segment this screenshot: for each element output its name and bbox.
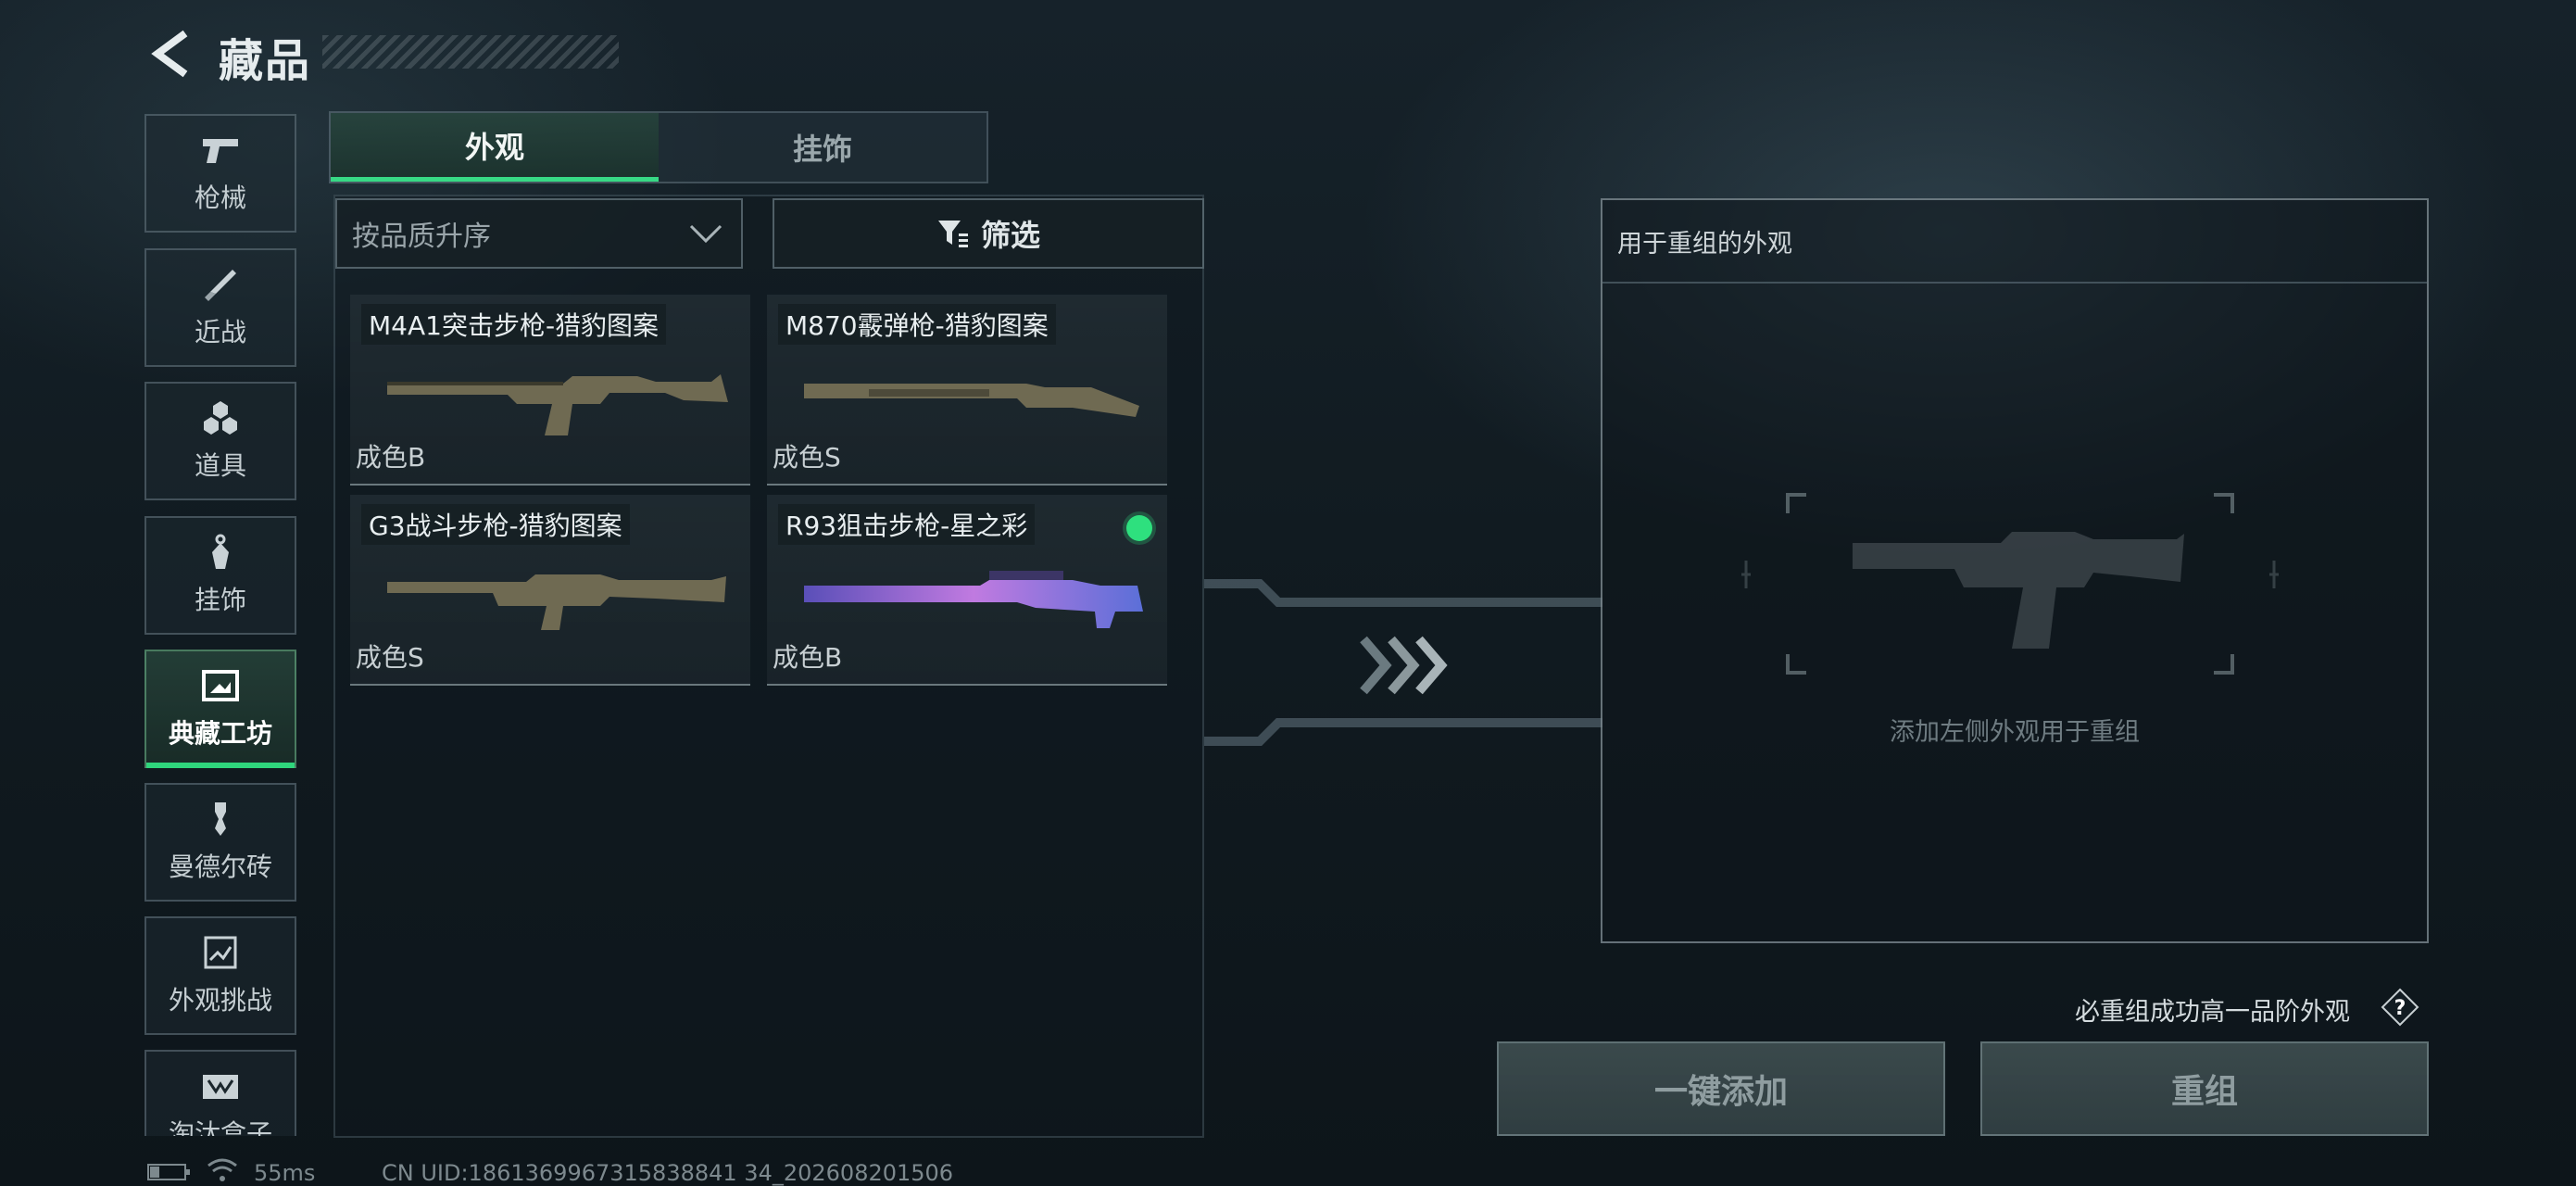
charm-tag-icon (212, 534, 229, 569)
box-icon (203, 1075, 238, 1099)
tab-charms[interactable]: 挂饰 (659, 113, 986, 182)
sidebar-item-label: 挂饰 (194, 585, 246, 615)
add-all-button[interactable]: 一键添加 (1497, 1041, 1945, 1136)
battery-icon (147, 1164, 190, 1180)
sidebar-item-label: 近战 (194, 317, 246, 347)
sidebar-item-label: 曼德尔砖 (168, 852, 272, 882)
chevron-down-icon (689, 224, 723, 244)
brick-key-icon (215, 802, 226, 836)
remix-panel-title: 用于重组的外观 (1602, 200, 2427, 284)
skin-name: R93狙击步枪-星之彩 (778, 504, 1036, 545)
sidebar-item-box[interactable]: 淘汰盒子 (145, 1050, 296, 1136)
page-title: 藏品 (219, 35, 312, 87)
grenade-cluster-icon (204, 401, 237, 435)
skin-name: G3战斗步枪-猎豹图案 (361, 504, 630, 545)
sidebar-item-guns[interactable]: 枪械 (145, 114, 296, 233)
ping-readout: 55ms (254, 1160, 316, 1186)
rifle-image (387, 574, 726, 630)
sort-label: 按品质升序 (352, 221, 491, 253)
pistol-icon (203, 139, 238, 163)
back-chevron-icon[interactable] (148, 28, 193, 80)
sidebar-item-label: 淘汰盒子 (168, 1118, 272, 1136)
filter-button[interactable]: 筛选 (773, 198, 1204, 269)
skin-grade: 成色S (356, 642, 424, 673)
selected-indicator (1126, 515, 1152, 541)
remix-hint: 添加左侧外观用于重组 (1890, 718, 2140, 747)
skin-grade: 成色B (773, 642, 843, 673)
sidebar-item-label: 典藏工坊 (168, 718, 272, 749)
skin-card[interactable]: R93狙击步枪-星之彩 成色B (767, 495, 1167, 686)
sidebar-item-items[interactable]: 道具 (145, 382, 296, 500)
category-tabs: 外观 挂饰 (329, 111, 988, 183)
triple-chevron-right-icon (1360, 636, 1448, 695)
skin-grade: 成色S (773, 442, 841, 473)
help-icon[interactable]: ? (2381, 988, 2419, 1027)
skin-card[interactable]: G3战斗步枪-猎豹图案 成色S (350, 495, 750, 686)
skin-card[interactable]: M4A1突击步枪-猎豹图案 成色B (350, 295, 750, 486)
sidebar-item-label: 外观挑战 (168, 985, 272, 1016)
sort-dropdown[interactable]: 按品质升序 (335, 198, 743, 269)
sidebar-item-label: 枪械 (194, 183, 246, 213)
skin-name: M4A1突击步枪-猎豹图案 (361, 304, 667, 345)
sidebar-item-skin-challenge[interactable]: 外观挑战 (145, 916, 296, 1035)
knife-icon (205, 270, 236, 301)
skin-grade: 成色B (356, 442, 426, 473)
remix-guarantee-note: 必重组成功高一品阶外观 (2075, 998, 2350, 1027)
workshop-frame-icon (202, 670, 239, 701)
sniper-rifle-image (804, 571, 1143, 628)
wifi-icon (207, 1158, 237, 1181)
title-decoration (322, 35, 619, 69)
sidebar-item-charms[interactable]: 挂饰 (145, 516, 296, 635)
svg-text:?: ? (2394, 997, 2406, 1020)
user-uid: CN UID:1861369967315838841 34_2026082015… (382, 1160, 954, 1186)
sidebar-item-melee[interactable]: 近战 (145, 248, 296, 367)
remix-button[interactable]: 重组 (1980, 1041, 2429, 1136)
sidebar-item-label: 道具 (194, 450, 246, 481)
rifle-image (387, 374, 728, 435)
skin-card[interactable]: M870霰弹枪-猎豹图案 成色S (767, 295, 1167, 486)
challenge-icon (204, 936, 237, 969)
sidebar-item-mandel-brick[interactable]: 曼德尔砖 (145, 783, 296, 902)
skin-name: M870霰弹枪-猎豹图案 (778, 304, 1056, 345)
shotgun-image (804, 384, 1139, 417)
tab-skins[interactable]: 外观 (331, 113, 659, 182)
filter-icon (937, 221, 968, 247)
sidebar-overflow-clip: 淘汰盒子 (139, 1038, 306, 1136)
filter-label: 筛选 (980, 218, 1040, 253)
sidebar-item-workshop[interactable]: 典藏工坊 (145, 650, 296, 768)
placeholder-rifle-silhouette[interactable] (1741, 473, 2279, 695)
